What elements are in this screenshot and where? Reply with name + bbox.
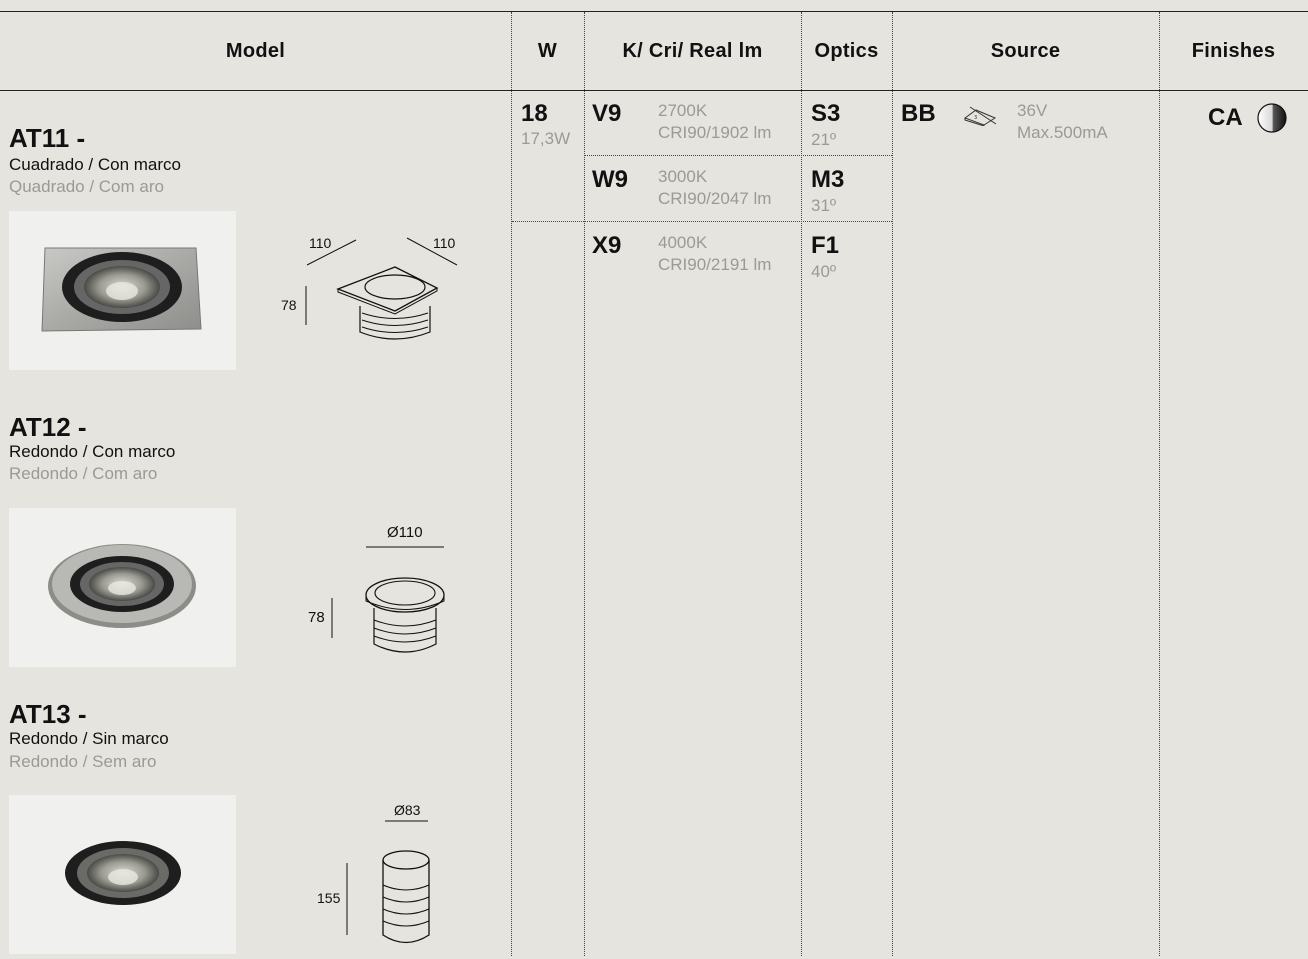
row-separator [585, 155, 892, 156]
temp-cri: CRI90/2047 lm [658, 189, 772, 208]
dimension-diameter: Ø110 [387, 524, 423, 541]
watt-real: 17,3W [521, 129, 571, 148]
optic-angle: 21º [811, 130, 837, 149]
finish-swatch-icon [1257, 103, 1287, 133]
column-divider [801, 12, 802, 956]
row-separator [512, 221, 892, 222]
model-desc-es: Cuadrado / Con marco [9, 155, 181, 174]
model-title: AT12 - [9, 412, 87, 442]
header-kcri: K/ Cri/ Real lm [622, 40, 763, 62]
header-source: Source [990, 40, 1061, 62]
header-model: Model [225, 40, 286, 62]
column-divider [584, 12, 585, 956]
temp-kelvin: 3000K [658, 167, 708, 186]
model-desc-pt: Quadrado / Com aro [9, 177, 164, 196]
temp-kelvin: 2700K [658, 101, 708, 120]
source-current: Max.500mA [1017, 123, 1108, 142]
dimension-diameter: Ø83 [394, 802, 421, 818]
header-optics: Optics [814, 40, 879, 62]
header-w: W [537, 40, 558, 62]
column-divider [511, 12, 512, 956]
model-desc-pt: Redondo / Com aro [9, 464, 158, 483]
column-divider [1159, 12, 1160, 956]
temp-kelvin: 4000K [658, 233, 708, 252]
optic-code: S3 [811, 100, 841, 127]
product-photo [9, 508, 236, 667]
optic-code: M3 [811, 166, 845, 193]
dimension-height: 155 [317, 890, 341, 906]
temp-cri: CRI90/1902 lm [658, 123, 772, 142]
dimension-depth: 110 [433, 235, 456, 251]
header-finishes: Finishes [1191, 40, 1276, 62]
optic-code: F1 [811, 232, 840, 259]
product-photo [9, 795, 236, 954]
model-title: AT11 - [9, 123, 86, 153]
dimension-drawing [331, 546, 445, 653]
dimension-drawing [346, 820, 430, 944]
temp-code: V9 [592, 100, 622, 127]
product-photo [9, 211, 236, 370]
temp-code: W9 [592, 166, 628, 193]
finish-code: CA [1208, 104, 1243, 131]
dimension-width: 110 [309, 235, 332, 251]
temp-code: X9 [592, 232, 622, 259]
temp-cri: CRI90/2191 lm [658, 255, 772, 274]
driver-icon: 3 [963, 106, 997, 126]
dimension-height: 78 [308, 609, 325, 626]
optic-angle: 40º [811, 262, 837, 281]
model-desc-es: Redondo / Sin marco [9, 729, 169, 748]
dimension-height: 78 [281, 297, 297, 313]
column-divider [892, 12, 893, 956]
model-desc-es: Redondo / Con marco [9, 442, 176, 461]
source-voltage: 36V [1017, 101, 1048, 120]
table-top-rule [0, 11, 1308, 12]
model-desc-pt: Redondo / Sem aro [9, 752, 157, 771]
svg-text:3: 3 [974, 115, 977, 121]
header-bottom-rule [0, 90, 1308, 91]
watt-value: 18 [521, 100, 548, 127]
optic-angle: 31º [811, 196, 837, 215]
model-title: AT13 - [9, 699, 87, 729]
source-code: BB [901, 100, 936, 127]
